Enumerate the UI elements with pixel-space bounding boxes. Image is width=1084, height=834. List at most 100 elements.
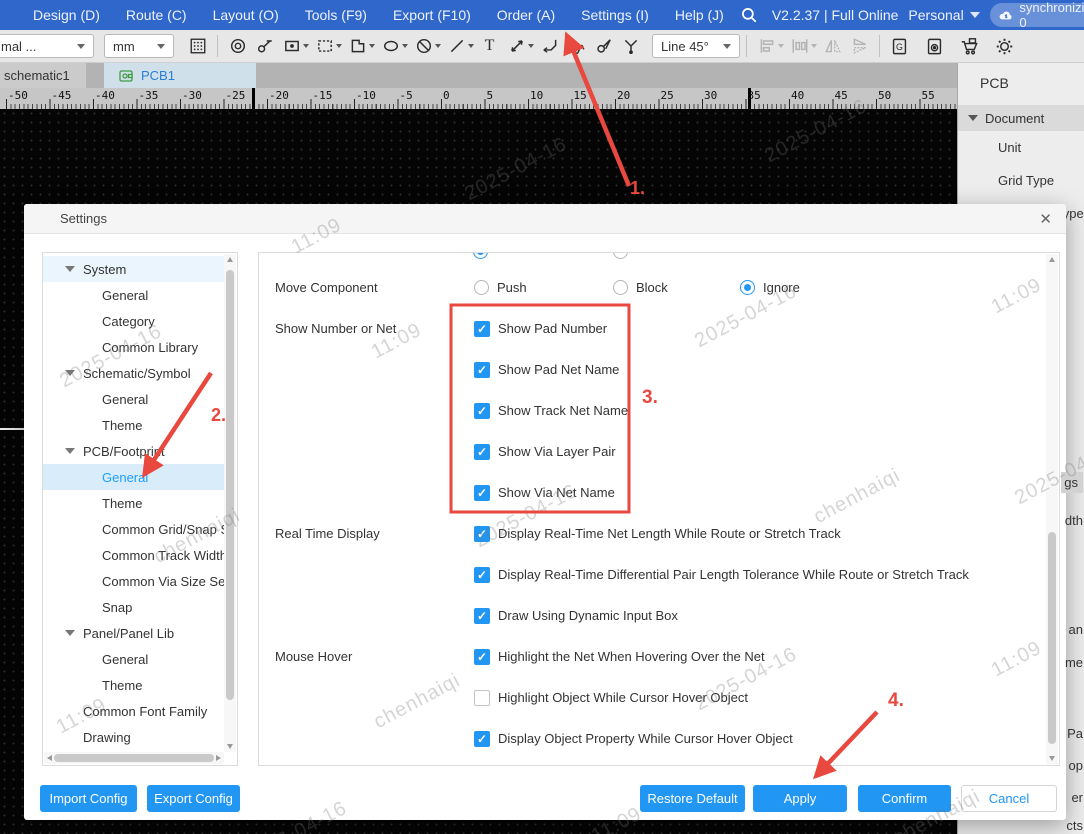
tree-item-general[interactable]: General (43, 386, 224, 412)
cancel-button[interactable]: Cancel (961, 785, 1057, 812)
tree-item-common-via-size-setting[interactable]: Common Via Size Setting (43, 568, 224, 594)
settings-gear-icon[interactable] (991, 33, 1018, 60)
checkbox-checked[interactable]: ✓ (474, 567, 490, 583)
tree-item-general[interactable]: General (43, 464, 224, 490)
tree-item-common-library[interactable]: Common Library (43, 334, 224, 360)
scrollbar-thumb[interactable] (226, 270, 234, 700)
align-button[interactable] (753, 33, 786, 60)
via-button[interactable] (224, 33, 251, 60)
sync-status-pill[interactable]: synchronizing: 0 (990, 3, 1084, 27)
menu-item-order-a[interactable]: Order (A) (484, 0, 568, 30)
unit-select[interactable]: mm (104, 34, 174, 58)
footprint-icon (118, 68, 134, 84)
restore-default-button[interactable]: Restore Default (640, 785, 745, 812)
line-button[interactable] (443, 33, 476, 60)
menu-item-layout-o[interactable]: Layout (O) (200, 0, 292, 30)
radio-option-push[interactable]: Push (474, 267, 527, 308)
confirm-button[interactable]: Confirm (858, 785, 951, 812)
checkbox-checked[interactable]: ✓ (474, 731, 490, 747)
menu-item-settings-i[interactable]: Settings (I) (568, 0, 662, 30)
checkbox-checked[interactable]: ✓ (474, 608, 490, 624)
menu-item-help-j[interactable]: Help (J) (662, 0, 737, 30)
canvas-attr-select[interactable]: mal ... (0, 34, 94, 58)
tree-item-theme[interactable]: Theme (43, 412, 224, 438)
route-button[interactable] (536, 33, 563, 60)
tree-item-theme[interactable]: Theme (43, 672, 224, 698)
radio-unchecked[interactable] (613, 280, 628, 295)
tree-item-category[interactable]: Category (43, 308, 224, 334)
tree-item-common-font-family[interactable]: Common Font Family (43, 698, 224, 724)
tab-schematic1[interactable]: schematic1 (0, 63, 86, 88)
solid-region-button[interactable] (344, 33, 377, 60)
radio-option-block[interactable]: Block (613, 267, 668, 308)
scroll-left-icon[interactable] (47, 755, 52, 761)
tree-item-schematic-symbol[interactable]: Schematic/Symbol (43, 360, 224, 386)
checkbox-checked[interactable]: ✓ (474, 485, 490, 501)
tree-item-general[interactable]: General (43, 282, 224, 308)
radio-unchecked[interactable] (474, 280, 489, 295)
menu-item-tools-f9[interactable]: Tools (F9) (292, 0, 380, 30)
flip-horizontal-button[interactable] (819, 33, 846, 60)
ellipse-button[interactable] (377, 33, 410, 60)
checkbox-checked[interactable]: ✓ (474, 526, 490, 542)
export-config-button[interactable]: Export Config (147, 785, 240, 812)
length-tuning-button[interactable] (563, 33, 590, 60)
checkbox-checked[interactable]: ✓ (474, 403, 490, 419)
copper-area-button[interactable] (311, 33, 344, 60)
radio-clipped[interactable] (613, 252, 628, 259)
dimension-button[interactable] (503, 33, 536, 60)
line-angle-select[interactable]: Line 45° (652, 34, 740, 58)
content-vertical-scrollbar[interactable] (1046, 254, 1058, 764)
radio-option-ignore[interactable]: Ignore (740, 267, 800, 308)
flip-vertical-button[interactable] (846, 33, 873, 60)
scroll-down-icon[interactable] (1049, 756, 1055, 761)
tree-item-drawing[interactable]: Drawing (43, 724, 224, 750)
scroll-right-icon[interactable] (216, 755, 221, 761)
tree-horizontal-scrollbar[interactable] (44, 752, 224, 764)
net-button[interactable] (617, 33, 644, 60)
text-button[interactable]: T (476, 33, 503, 60)
distribute-button[interactable] (786, 33, 819, 60)
import-config-button[interactable]: Import Config (40, 785, 137, 812)
tree-item-snap[interactable]: Snap (43, 594, 224, 620)
order-cart-icon[interactable] (956, 33, 983, 60)
apply-button[interactable]: Apply (753, 785, 847, 812)
teardrop-button[interactable] (590, 33, 617, 60)
radio-checked[interactable] (740, 280, 755, 295)
checkbox-checked[interactable]: ✓ (474, 649, 490, 665)
scroll-down-icon[interactable] (227, 744, 233, 749)
pin-button[interactable] (251, 33, 278, 60)
scroll-up-icon[interactable] (227, 257, 233, 262)
tab-pcb1[interactable]: PCB1 (104, 63, 256, 88)
grid-origin-button[interactable] (184, 33, 211, 60)
close-icon[interactable]: ✕ (1039, 210, 1052, 228)
menu-item-route-c[interactable]: Route (C) (113, 0, 200, 30)
tree-vertical-scrollbar[interactable] (224, 254, 236, 752)
tree-item-common-grid-snap-size-se[interactable]: Common Grid/Snap Size Se (43, 516, 224, 542)
keepout-button[interactable] (410, 33, 443, 60)
tree-item-pcb-footprint[interactable]: PCB/Footprint (43, 438, 224, 464)
goto-schematic-button[interactable]: G (886, 33, 913, 60)
tree-item-panel-panel-lib[interactable]: Panel/Panel Lib (43, 620, 224, 646)
scroll-up-icon[interactable] (1049, 257, 1055, 262)
scrollbar-thumb[interactable] (54, 754, 214, 762)
radio-clipped[interactable] (473, 252, 488, 259)
panel-item-unit[interactable]: Unit (958, 131, 1084, 164)
scrollbar-thumb[interactable] (1048, 532, 1056, 744)
document-section-header[interactable]: Document (958, 105, 1084, 131)
checkbox-checked[interactable]: ✓ (474, 362, 490, 378)
menu-item-design-d[interactable]: Design (D) (20, 0, 113, 30)
checkbox-checked[interactable]: ✓ (474, 321, 490, 337)
tree-item-system[interactable]: System (43, 256, 224, 282)
menu-item-export-f10[interactable]: Export (F10) (380, 0, 484, 30)
search-icon[interactable] (737, 2, 762, 29)
footprint-manager-button[interactable] (921, 33, 948, 60)
panel-item-grid-type[interactable]: Grid Type (958, 164, 1084, 197)
tree-item-theme[interactable]: Theme (43, 490, 224, 516)
account-menu[interactable]: Personal (908, 7, 979, 23)
tree-item-general[interactable]: General (43, 646, 224, 672)
checkbox-checked[interactable]: ✓ (474, 444, 490, 460)
pad-button[interactable] (278, 33, 311, 60)
checkbox-unchecked[interactable] (474, 690, 490, 706)
tree-item-common-track-width-settin[interactable]: Common Track Width Settin (43, 542, 224, 568)
